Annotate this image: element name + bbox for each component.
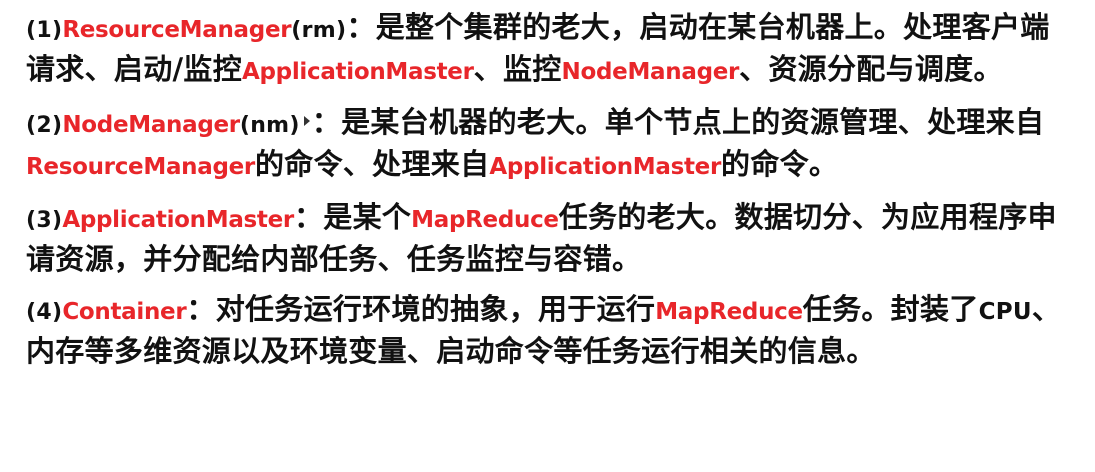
term-nodemanager: NodeManager — [561, 59, 740, 85]
item-container: (4)Container：对任务运行环境的抽象，用于运行MapReduce任务。… — [26, 290, 1071, 370]
term-mapreduce: MapReduce — [411, 207, 559, 233]
mouse-cursor-icon — [303, 116, 310, 126]
description-text: 、监控 — [473, 52, 562, 86]
document-page: (1)ResourceManager(rm)：是整个集群的老大，启动在某台机器上… — [0, 0, 1095, 472]
description-text: ：是某个 — [293, 200, 412, 234]
term-nodemanager: NodeManager — [62, 112, 240, 138]
item-applicationmaster: (3)ApplicationMaster：是某个MapReduce任务的老大。数… — [26, 198, 1071, 278]
term-cpu: CPU — [978, 299, 1032, 325]
description-text: 的命令、处理来自 — [254, 147, 490, 181]
term-applicationmaster: ApplicationMaster — [62, 207, 294, 233]
term-mapreduce: MapReduce — [655, 299, 803, 325]
term-resourcemanager: ResourceManager — [62, 17, 292, 43]
term-abbreviation: (rm) — [291, 18, 347, 43]
item-number: (3) — [26, 208, 63, 233]
term-container: Container — [62, 299, 187, 325]
description-text: 的命令。 — [721, 147, 839, 181]
item-number: (4) — [26, 300, 63, 325]
item-nodemanager: (2)NodeManager(nm) ：是某台机器的老大。单个节点上的资源管理、处… — [26, 103, 1071, 186]
description-text: 任务。封装了 — [802, 292, 979, 326]
description-text: 、资源分配与调度。 — [739, 52, 1003, 86]
term-abbreviation: (nm) — [239, 113, 300, 138]
description-text: ：是某台机器的老大。单个节点上的资源管理、处理来自 — [311, 105, 1045, 139]
term-resourcemanager: ResourceManager — [26, 154, 255, 180]
term-applicationmaster: ApplicationMaster — [242, 59, 474, 85]
term-applicationmaster: ApplicationMaster — [489, 154, 722, 180]
item-number: (1) — [26, 18, 63, 43]
item-number: (2) — [26, 113, 63, 138]
description-text: ：对任务运行环境的抽象，用于运行 — [186, 292, 656, 326]
item-resourcemanager: (1)ResourceManager(rm)：是整个集群的老大，启动在某台机器上… — [26, 8, 1071, 91]
